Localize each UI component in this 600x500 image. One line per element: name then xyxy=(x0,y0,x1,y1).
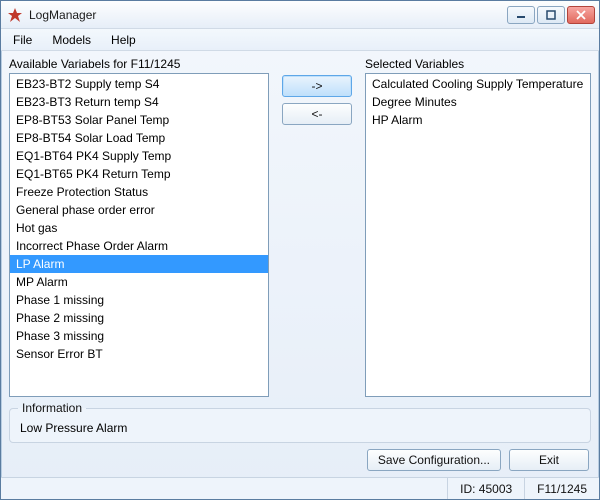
status-model: F11/1245 xyxy=(524,478,599,499)
status-id: ID: 45003 xyxy=(447,478,524,499)
titlebar: LogManager xyxy=(1,1,599,29)
list-item[interactable]: Calculated Cooling Supply Temperature xyxy=(366,75,590,93)
add-button[interactable]: -> xyxy=(282,75,352,97)
save-configuration-button[interactable]: Save Configuration... xyxy=(367,449,501,471)
list-item[interactable]: Freeze Protection Status xyxy=(10,183,268,201)
list-item[interactable]: EQ1-BT64 PK4 Supply Temp xyxy=(10,147,268,165)
exit-button[interactable]: Exit xyxy=(509,449,589,471)
statusbar: ID: 45003 F11/1245 xyxy=(1,477,599,499)
available-listbox-wrap: EB23-BT2 Supply temp S4EB23-BT3 Return t… xyxy=(9,73,269,397)
maximize-button[interactable] xyxy=(537,6,565,24)
list-item[interactable]: LP Alarm xyxy=(10,255,268,273)
list-item[interactable]: EP8-BT54 Solar Load Temp xyxy=(10,129,268,147)
list-item[interactable]: Sensor Error BT xyxy=(10,345,268,363)
menu-file[interactable]: File xyxy=(5,31,40,49)
list-item[interactable]: EP8-BT53 Solar Panel Temp xyxy=(10,111,268,129)
selected-label: Selected Variables xyxy=(365,57,591,71)
list-item[interactable]: Phase 3 missing xyxy=(10,327,268,345)
list-item[interactable]: EB23-BT3 Return temp S4 xyxy=(10,93,268,111)
list-item[interactable]: HP Alarm xyxy=(366,111,590,129)
list-item[interactable]: Hot gas xyxy=(10,219,268,237)
available-listbox[interactable]: EB23-BT2 Supply temp S4EB23-BT3 Return t… xyxy=(10,74,268,396)
list-item[interactable]: Degree Minutes xyxy=(366,93,590,111)
information-text: Low Pressure Alarm xyxy=(18,419,582,437)
close-button[interactable] xyxy=(567,6,595,24)
available-panel: Available Variabels for F11/1245 EB23-BT… xyxy=(9,57,269,397)
app-icon xyxy=(7,7,23,23)
app-window: LogManager File Models Help Available Va… xyxy=(0,0,600,500)
client-area: Available Variabels for F11/1245 EB23-BT… xyxy=(1,51,599,477)
variable-panels: Available Variabels for F11/1245 EB23-BT… xyxy=(9,57,591,397)
menu-models[interactable]: Models xyxy=(44,31,99,49)
list-item[interactable]: Phase 2 missing xyxy=(10,309,268,327)
list-item[interactable]: EB23-BT2 Supply temp S4 xyxy=(10,75,268,93)
minimize-button[interactable] xyxy=(507,6,535,24)
information-legend: Information xyxy=(18,401,86,415)
information-group: Information Low Pressure Alarm xyxy=(9,401,591,443)
list-item[interactable]: MP Alarm xyxy=(10,273,268,291)
remove-button[interactable]: <- xyxy=(282,103,352,125)
window-title: LogManager xyxy=(29,8,96,22)
list-item[interactable]: Phase 1 missing xyxy=(10,291,268,309)
selected-panel: Selected Variables Calculated Cooling Su… xyxy=(365,57,591,397)
selected-listbox[interactable]: Calculated Cooling Supply TemperatureDeg… xyxy=(366,74,590,396)
dialog-buttons: Save Configuration... Exit xyxy=(9,447,591,473)
selected-listbox-wrap: Calculated Cooling Supply TemperatureDeg… xyxy=(365,73,591,397)
window-buttons xyxy=(507,6,595,24)
menu-help[interactable]: Help xyxy=(103,31,144,49)
available-label: Available Variabels for F11/1245 xyxy=(9,57,269,71)
menubar: File Models Help xyxy=(1,29,599,51)
list-item[interactable]: Incorrect Phase Order Alarm xyxy=(10,237,268,255)
transfer-buttons: -> <- xyxy=(277,57,357,397)
list-item[interactable]: EQ1-BT65 PK4 Return Temp xyxy=(10,165,268,183)
list-item[interactable]: General phase order error xyxy=(10,201,268,219)
